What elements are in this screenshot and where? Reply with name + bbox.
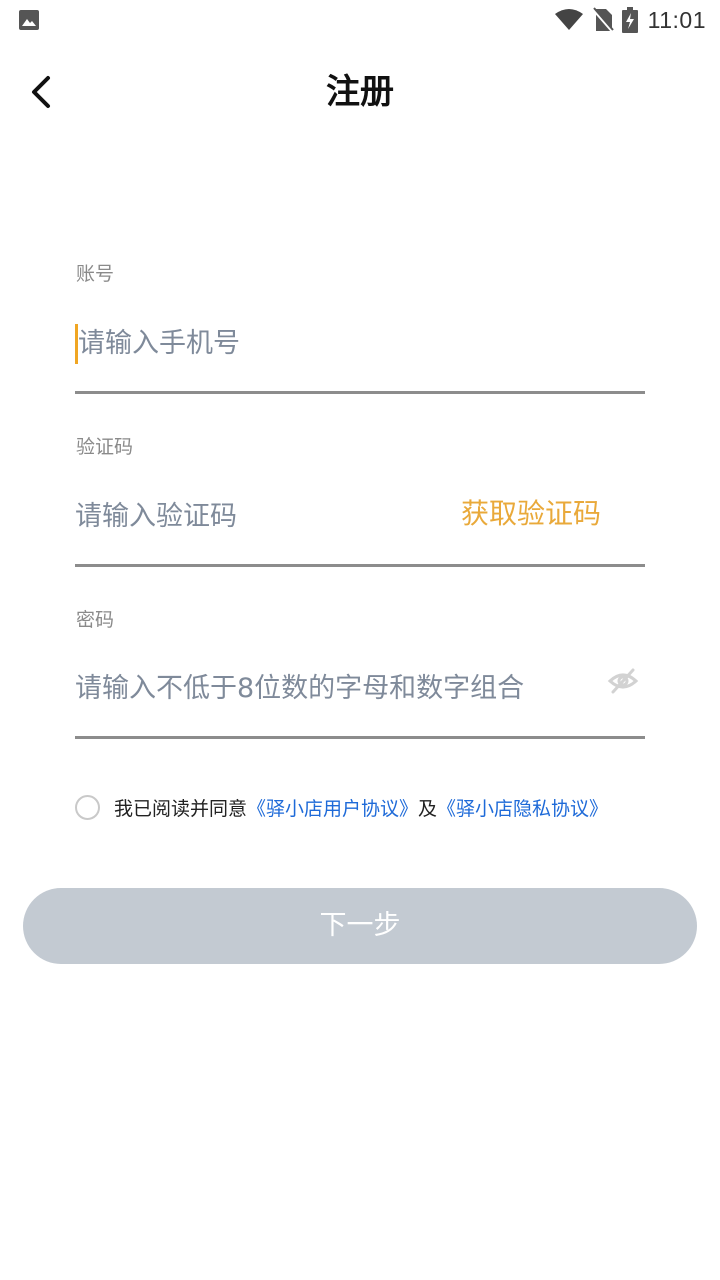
- password-visibility-toggle[interactable]: [607, 665, 643, 701]
- status-icons: 11:01: [554, 4, 706, 36]
- eye-off-icon: [607, 668, 639, 694]
- next-step-button[interactable]: 下一步: [23, 888, 697, 964]
- privacy-agreement-link[interactable]: 《驿小店隐私协议》: [437, 794, 608, 821]
- page-title: 注册: [326, 72, 394, 112]
- no-sim-icon: [591, 7, 614, 33]
- battery-charging-icon: [621, 7, 638, 33]
- status-time: 11:01: [647, 6, 706, 33]
- verification-code-input[interactable]: [75, 493, 435, 539]
- header: 注册: [0, 56, 720, 128]
- account-field-row: [75, 298, 645, 394]
- get-code-button[interactable]: 获取验证码: [461, 491, 601, 537]
- status-bar: 11:01: [0, 0, 720, 40]
- agreement-prefix: 我已阅读并同意: [114, 797, 248, 820]
- user-agreement-link[interactable]: 《驿小店用户协议》: [247, 794, 418, 821]
- agreement-conjunction: 及: [418, 797, 438, 820]
- image-icon: [18, 9, 40, 35]
- password-label: 密码: [76, 609, 115, 631]
- password-field-row: [75, 643, 645, 739]
- code-label: 验证码: [76, 436, 134, 458]
- register-screen: 11:01 注册 账号 验证码 获取验证码 密码: [0, 0, 720, 1280]
- code-field-row: 获取验证码: [75, 471, 645, 567]
- account-label: 账号: [76, 263, 115, 285]
- agreement-row: 我已阅读并同意 《驿小店用户协议》 及 《驿小店隐私协议》: [75, 790, 608, 824]
- agreement-checkbox[interactable]: [75, 794, 100, 820]
- phone-input[interactable]: [75, 320, 635, 366]
- password-input[interactable]: [75, 665, 595, 711]
- wifi-icon: [554, 8, 584, 32]
